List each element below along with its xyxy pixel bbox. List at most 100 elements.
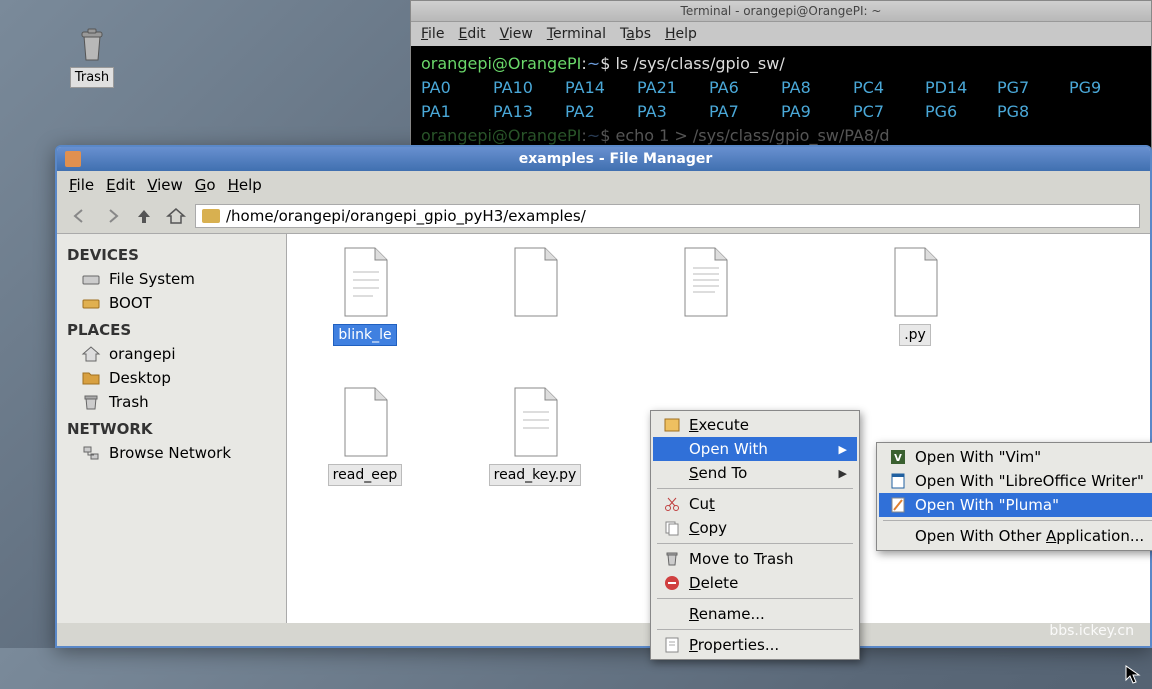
term-ls-row1: PA0PA10PA14PA21PA6PA8PC4PD14PG7PG9 [421,76,1141,100]
file-item[interactable]: blink_le [295,246,435,346]
term-cmd1: ls /sys/class/gpio_sw/ [615,54,784,73]
file-label: read_key.py [489,464,582,486]
writer-icon [889,472,907,490]
fm-titlebar[interactable]: examples - File Manager [57,147,1150,171]
ctx-open-writer[interactable]: Open With "LibreOffice Writer" [879,469,1152,493]
terminal-menu-terminal[interactable]: Terminal [547,26,606,42]
sidebar-section-network: NETWORK [57,414,286,441]
copy-icon [663,519,681,537]
fm-menu-edit[interactable]: Edit [106,176,135,194]
pluma-icon [889,496,907,514]
file-label: blink_le [333,324,396,346]
fm-toolbar: /home/orangepi/orangepi_gpio_pyH3/exampl… [57,199,1150,234]
terminal-body[interactable]: orangepi@OrangePI:~$ ls /sys/class/gpio_… [411,46,1151,154]
drive-icon [81,294,101,312]
term-user: orangepi@OrangePI [421,54,581,73]
trash-icon [81,393,101,411]
fm-menu-help[interactable]: Help [228,176,262,194]
terminal-menu-view[interactable]: View [500,26,533,42]
nav-back-button[interactable] [67,203,93,229]
mouse-cursor [1125,665,1141,685]
watermark-brand: ICKEY [1044,575,1135,606]
ctx-open-pluma[interactable]: Open With "Pluma" [879,493,1152,517]
ctx-send-to[interactable]: Send To▶ [653,461,857,485]
file-label: read_eep [328,464,403,486]
nav-up-button[interactable] [131,203,157,229]
ctx-open-vim[interactable]: VOpen With "Vim" [879,445,1152,469]
separator [883,520,1152,521]
sidebar-item-boot[interactable]: BOOT [57,291,286,315]
terminal-window: Terminal - orangepi@OrangePI: ~ File Edi… [410,0,1152,155]
terminal-menu-help[interactable]: Help [665,26,697,42]
ctx-move-to-trash[interactable]: Move to Trash [653,547,857,571]
trash-icon [72,24,112,64]
sidebar-section-places: PLACES [57,315,286,342]
nav-forward-button[interactable] [99,203,125,229]
sidebar-section-devices: DEVICES [57,240,286,267]
file-item[interactable]: read_eep [295,386,435,486]
fm-title-icon [65,151,81,167]
file-item[interactable]: read_key.py [465,386,605,486]
fm-title-text: examples - File Manager [89,151,1142,167]
network-icon [81,444,101,462]
fm-menu-view[interactable]: View [147,176,183,194]
context-submenu-open-with: VOpen With "Vim" Open With "LibreOffice … [876,442,1152,551]
terminal-menu-edit[interactable]: Edit [458,26,485,42]
sidebar-item-filesystem[interactable]: File System [57,267,286,291]
nav-home-button[interactable] [163,203,189,229]
filemanager-window: examples - File Manager File Edit View G… [55,145,1152,648]
chevron-right-icon: ▶ [839,443,847,456]
svg-text:V: V [894,453,902,464]
sidebar-item-desktop[interactable]: Desktop [57,366,286,390]
delete-icon [663,574,681,592]
text-file-icon [505,386,565,460]
terminal-title: Terminal - orangepi@OrangePI: ~ [411,1,1151,22]
chevron-right-icon: ▶ [839,467,847,480]
path-bar[interactable]: /home/orangepi/orangepi_gpio_pyH3/exampl… [195,204,1140,228]
file-label: .py [899,324,931,346]
text-file-icon [335,386,395,460]
term-path: ~ [587,54,600,73]
text-file-icon [505,246,565,320]
home-icon [81,345,101,363]
vim-icon: V [889,448,907,466]
separator [657,598,853,599]
folder-icon [202,209,220,223]
context-menu: Execute Open With▶ Send To▶ Cut Copy Mov… [650,410,860,660]
watermark-line2: bbs.ickey.cn [1044,623,1135,640]
separator [657,629,853,630]
sidebar-item-trash[interactable]: Trash [57,390,286,414]
path-text: /home/orangepi/orangepi_gpio_pyH3/exampl… [226,207,586,225]
sidebar-item-browse-network[interactable]: Browse Network [57,441,286,465]
term-ls-row2: PA1PA13PA2PA3PA7PA9PC7PG6PG8 [421,100,1141,124]
fm-content[interactable]: blink_le .py read_eep read_key.py [287,234,1150,623]
separator [657,543,853,544]
ctx-execute[interactable]: Execute [653,413,857,437]
ctx-open-with[interactable]: Open With▶ [653,437,857,461]
ctx-open-other[interactable]: Open With Other Application... [879,524,1152,548]
fm-sidebar: DEVICES File System BOOT PLACES orangepi… [57,234,287,623]
sidebar-item-home[interactable]: orangepi [57,342,286,366]
watermark-line1: 云汉电子社区 [1044,606,1135,623]
fm-menu-go[interactable]: Go [195,176,216,194]
term-cmd2: echo 1 > /sys/class/gpio_sw/PA8/d [615,126,889,145]
text-file-icon [675,246,735,320]
folder-icon [81,369,101,387]
ctx-cut[interactable]: Cut [653,492,857,516]
scissors-icon [663,495,681,513]
file-item[interactable] [465,246,605,346]
ctx-properties[interactable]: Properties... [653,633,857,657]
fm-menu-file[interactable]: File [69,176,94,194]
drive-icon [81,270,101,288]
ctx-delete[interactable]: Delete [653,571,857,595]
terminal-menu-file[interactable]: File [421,26,444,42]
desktop-trash-label: Trash [70,67,114,88]
ctx-rename[interactable]: Rename... [653,602,857,626]
file-item[interactable] [635,246,775,346]
terminal-menubar: File Edit View Terminal Tabs Help [411,22,1151,46]
file-item[interactable]: .py [845,246,985,346]
text-file-icon [335,246,395,320]
desktop-trash[interactable]: Trash [60,24,124,88]
terminal-menu-tabs[interactable]: Tabs [620,26,651,42]
ctx-copy[interactable]: Copy [653,516,857,540]
